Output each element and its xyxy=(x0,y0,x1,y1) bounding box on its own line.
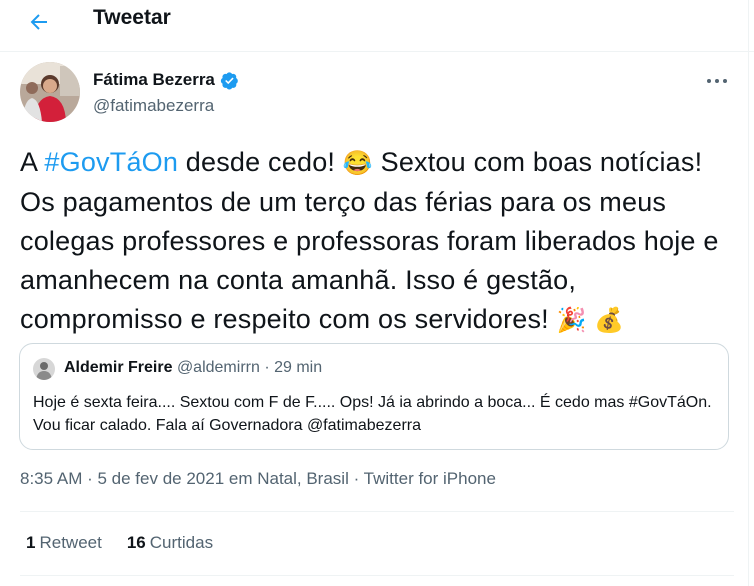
laughing-emoji: 😂 xyxy=(342,150,373,177)
tweet-text: A #GovTáOn desde cedo! 😂 Sextou com boas… xyxy=(20,147,719,334)
back-button[interactable] xyxy=(22,5,56,39)
page-title: Tweetar xyxy=(93,6,171,29)
top-bar: Tweetar xyxy=(0,0,754,52)
divider xyxy=(20,575,734,576)
likes-stat[interactable]: 16 Curtidas xyxy=(127,533,213,553)
quoted-author-name: Aldemir Freire xyxy=(64,359,173,376)
column-border xyxy=(748,0,749,586)
tweet-source[interactable]: Twitter for iPhone xyxy=(364,469,496,488)
quoted-tweet[interactable]: Aldemir Freire @aldemirrn · 29 min Hoje … xyxy=(19,343,729,450)
more-horizontal-icon xyxy=(707,79,727,83)
tweet-stats: 1 Retweet 16 Curtidas xyxy=(26,533,213,553)
author-handle[interactable]: @fatimabezerra xyxy=(93,96,214,116)
quoted-author-meta: @aldemirrn · 29 min xyxy=(176,359,323,376)
money-bag-emoji: 💰 xyxy=(594,307,625,334)
author-avatar[interactable] xyxy=(20,62,80,122)
quoted-author-avatar xyxy=(33,358,55,380)
author-name[interactable]: Fátima Bezerra xyxy=(93,70,215,90)
tweet-date-location[interactable]: 5 de fev de 2021 em Natal, Brasil xyxy=(97,469,348,488)
retweets-stat[interactable]: 1 Retweet xyxy=(26,533,102,553)
more-options-button[interactable] xyxy=(700,68,734,94)
verified-badge-icon xyxy=(220,71,238,89)
quoted-tweet-text: Hoje é sexta feira.... Sextou com F de F… xyxy=(33,394,712,434)
hashtag-link[interactable]: #GovTáOn xyxy=(44,147,178,177)
party-popper-emoji: 🎉 xyxy=(556,307,587,334)
tweet-meta: 8:35 AM · 5 de fev de 2021 em Natal, Bra… xyxy=(20,469,496,488)
arrow-left-icon xyxy=(30,14,47,30)
tweet-time[interactable]: 8:35 AM xyxy=(20,469,82,488)
divider xyxy=(20,511,734,512)
